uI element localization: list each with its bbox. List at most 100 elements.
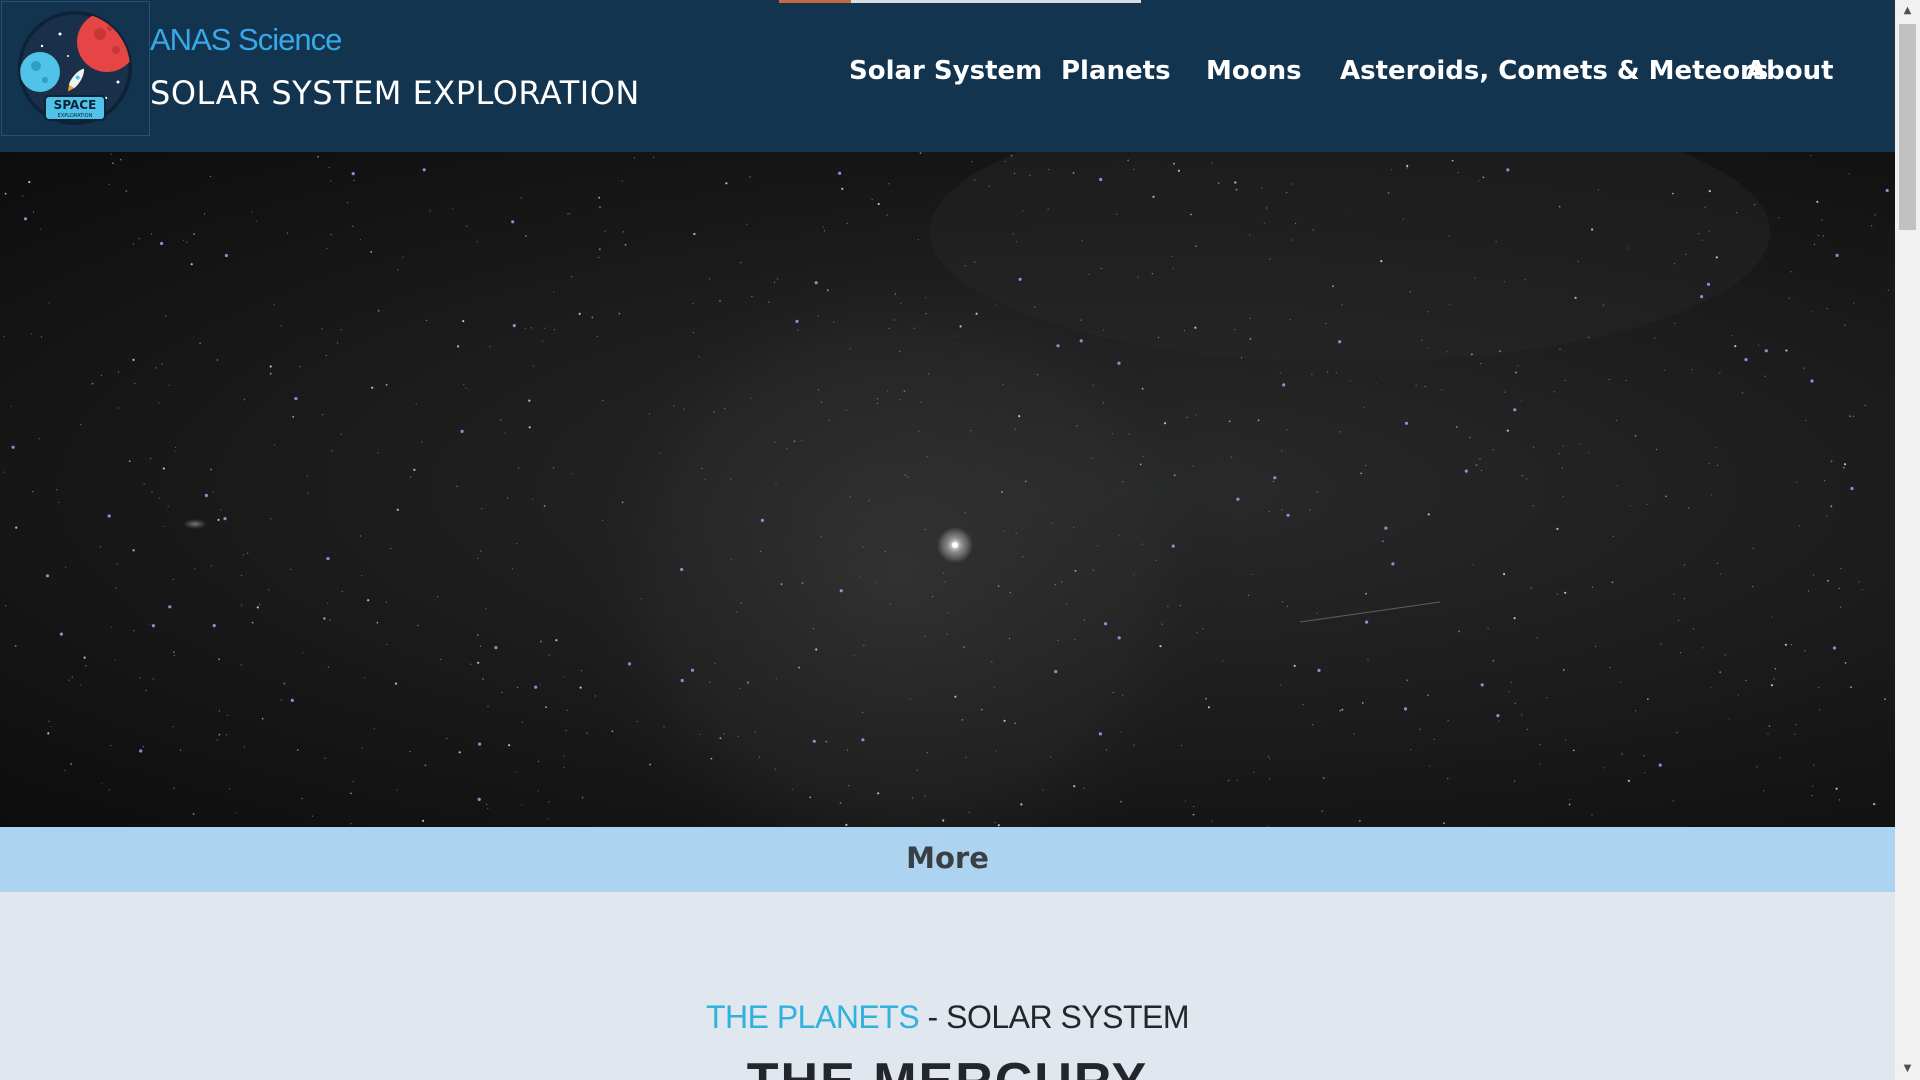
star <box>1564 379 1566 382</box>
star <box>1708 230 1710 232</box>
star <box>1885 188 1889 193</box>
star <box>563 755 565 757</box>
star <box>1421 339 1423 341</box>
star <box>886 390 888 392</box>
star <box>1817 234 1819 236</box>
star <box>1706 282 1711 286</box>
star <box>1142 456 1144 458</box>
star <box>1744 358 1748 362</box>
nav-item-planets[interactable]: Planets <box>1061 56 1171 86</box>
star <box>545 706 547 708</box>
star <box>429 210 431 212</box>
star <box>725 182 728 185</box>
vertical-scrollbar[interactable]: ▲ ▼ <box>1895 0 1920 1080</box>
logo-link[interactable]: SPACE EXPLORATION <box>1 1 150 136</box>
star <box>139 749 143 753</box>
star <box>649 763 651 766</box>
star <box>346 202 349 204</box>
brand-name[interactable]: ANAS Science <box>150 22 342 58</box>
star <box>243 746 246 748</box>
star <box>224 253 228 258</box>
star <box>1047 208 1049 210</box>
star <box>1521 475 1523 477</box>
star <box>1702 647 1704 649</box>
star <box>925 297 927 299</box>
star <box>900 302 902 304</box>
star <box>1716 562 1718 564</box>
star <box>1120 800 1122 803</box>
star <box>118 371 120 373</box>
star <box>119 158 122 161</box>
star <box>1521 714 1523 716</box>
star <box>1811 311 1813 313</box>
star <box>500 419 502 421</box>
star <box>942 819 945 822</box>
brand-subtitle[interactable]: SOLAR SYSTEM EXPLORATION <box>150 74 640 112</box>
star <box>596 335 599 337</box>
star <box>1002 384 1004 386</box>
star <box>210 468 212 471</box>
star <box>1736 212 1738 214</box>
star <box>1139 463 1142 466</box>
star <box>884 550 886 553</box>
star <box>80 423 82 425</box>
star <box>1710 687 1712 689</box>
star <box>1768 725 1771 727</box>
star <box>845 823 848 827</box>
star <box>904 474 906 476</box>
star <box>1228 780 1230 782</box>
nav-item-asteroids-comets-meteors[interactable]: Asteroids, Comets & Meteors <box>1340 56 1768 86</box>
star <box>1849 415 1851 418</box>
scroll-down-arrow-icon[interactable]: ▼ <box>1895 1062 1920 1076</box>
nav-item-about[interactable]: About <box>1746 56 1834 86</box>
star <box>1472 564 1474 566</box>
star <box>1752 547 1754 549</box>
star <box>480 550 482 552</box>
star <box>553 467 555 469</box>
star <box>251 621 254 624</box>
star <box>1625 379 1627 382</box>
star <box>385 601 387 603</box>
star <box>1351 207 1353 209</box>
star <box>517 686 519 689</box>
star <box>822 226 825 228</box>
star <box>128 460 131 463</box>
star <box>1195 414 1197 416</box>
star <box>774 441 776 443</box>
star <box>1533 446 1535 448</box>
scrollbar-thumb[interactable] <box>1899 24 1916 230</box>
star <box>1022 210 1024 212</box>
star <box>1181 744 1183 747</box>
star <box>1054 584 1056 586</box>
star <box>746 223 748 225</box>
more-button[interactable]: More <box>0 827 1895 892</box>
star <box>1804 650 1806 652</box>
star <box>396 789 398 791</box>
star <box>877 792 880 795</box>
nav-item-solar-system[interactable]: Solar System <box>849 56 1042 86</box>
star <box>1812 785 1814 787</box>
star <box>1840 567 1842 569</box>
star <box>1643 755 1645 757</box>
star <box>1263 222 1265 224</box>
star <box>1843 463 1847 466</box>
star <box>964 265 966 267</box>
star <box>323 617 326 620</box>
star <box>1827 579 1829 582</box>
star <box>40 228 42 230</box>
star <box>1367 658 1369 660</box>
nav-item-moons[interactable]: Moons <box>1206 56 1302 86</box>
star <box>862 711 864 714</box>
star <box>1558 453 1560 455</box>
star <box>899 399 901 401</box>
scroll-up-arrow-icon[interactable]: ▲ <box>1895 4 1920 18</box>
star <box>228 788 231 790</box>
star <box>1195 245 1198 248</box>
star <box>194 568 196 570</box>
star <box>1161 623 1163 625</box>
star <box>64 769 66 772</box>
star <box>377 309 380 312</box>
star <box>1711 494 1713 496</box>
star <box>190 263 193 266</box>
star <box>663 726 665 728</box>
